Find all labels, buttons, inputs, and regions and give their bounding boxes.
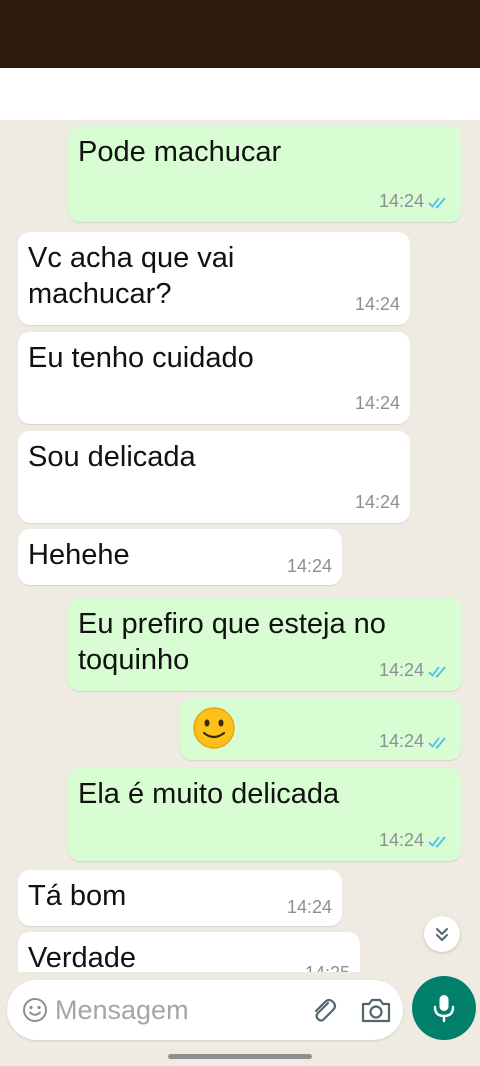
message-text: Hehehe bbox=[28, 539, 130, 571]
message-time: 14:24 bbox=[286, 556, 332, 576]
emoji-icon[interactable] bbox=[21, 996, 49, 1024]
message-input[interactable] bbox=[55, 992, 295, 1028]
message-bubble-incoming[interactable]: Eu tenho cuidado 14:24 bbox=[18, 332, 410, 424]
message-bubble-incoming[interactable]: Sou delicada 14:24 bbox=[18, 431, 410, 523]
navigation-bar bbox=[0, 1044, 480, 1066]
message-time: 14:24 bbox=[354, 492, 400, 512]
camera-icon[interactable] bbox=[359, 994, 393, 1026]
message-bubble-outgoing[interactable]: Ela é muito delicada 14:24 bbox=[68, 768, 462, 861]
message-text: Vc acha que vai machucar? bbox=[28, 242, 235, 310]
message-meta: 14:24 bbox=[379, 660, 452, 681]
message-time: 14:24 bbox=[378, 731, 424, 751]
message-bubble-outgoing[interactable]: Eu prefiro que esteja no toquinho 14:24 bbox=[68, 598, 462, 691]
message-composer bbox=[7, 980, 403, 1040]
double-check-read-icon bbox=[428, 736, 446, 749]
chat-header bbox=[0, 68, 480, 120]
slightly-smiling-face-emoji bbox=[193, 707, 235, 749]
message-meta: 14:25 bbox=[305, 963, 350, 972]
paperclip-icon[interactable] bbox=[307, 994, 339, 1026]
message-text: Tá bom bbox=[28, 880, 127, 912]
message-meta: 14:24 bbox=[355, 492, 400, 513]
message-time: 14:24 bbox=[354, 294, 400, 314]
home-gesture-handle[interactable] bbox=[168, 1054, 312, 1059]
message-bubble-incoming[interactable]: Tá bom 14:24 bbox=[18, 870, 342, 926]
mic-icon bbox=[433, 995, 455, 1023]
message-text: Ela é muito delicada bbox=[78, 778, 340, 810]
double-check-read-icon bbox=[428, 835, 446, 848]
message-meta: 14:24 bbox=[287, 897, 332, 918]
message-bubble-outgoing[interactable]: 14:24 bbox=[180, 698, 462, 760]
message-time: 14:25 bbox=[305, 963, 350, 972]
message-bubble-incoming[interactable]: Verdade 14:25 bbox=[18, 932, 360, 972]
message-bubble-incoming[interactable]: Hehehe 14:24 bbox=[18, 529, 342, 585]
message-meta: 14:24 bbox=[355, 294, 400, 315]
message-list[interactable]: Pode machucar 14:24 Vc acha que vai mach… bbox=[0, 120, 480, 972]
message-bubble-outgoing[interactable]: Pode machucar 14:24 bbox=[68, 126, 462, 222]
mic-button[interactable] bbox=[412, 976, 476, 1040]
scroll-to-bottom-button[interactable] bbox=[424, 916, 460, 952]
message-time: 14:24 bbox=[378, 191, 424, 211]
message-meta: 14:24 bbox=[379, 191, 452, 212]
double-check-read-icon bbox=[428, 196, 446, 209]
message-meta: 14:24 bbox=[287, 556, 332, 577]
message-meta: 14:24 bbox=[355, 393, 400, 414]
message-text: Verdade bbox=[28, 942, 137, 972]
message-text: Eu prefiro que esteja no toquinho bbox=[78, 608, 386, 676]
message-meta: 14:24 bbox=[379, 731, 452, 752]
message-meta: 14:24 bbox=[379, 830, 452, 851]
double-check-read-icon bbox=[428, 665, 446, 678]
message-text: Eu tenho cuidado bbox=[28, 342, 254, 374]
status-bar bbox=[0, 0, 480, 68]
message-text: Sou delicada bbox=[28, 441, 196, 473]
message-text: Pode machucar bbox=[78, 136, 282, 168]
message-time: 14:24 bbox=[378, 660, 424, 680]
message-bubble-incoming[interactable]: Vc acha que vai machucar? 14:24 bbox=[18, 232, 410, 325]
message-time: 14:24 bbox=[378, 830, 424, 850]
message-time: 14:24 bbox=[354, 393, 400, 413]
message-time: 14:24 bbox=[286, 897, 332, 917]
double-chevron-down-icon bbox=[436, 928, 448, 941]
